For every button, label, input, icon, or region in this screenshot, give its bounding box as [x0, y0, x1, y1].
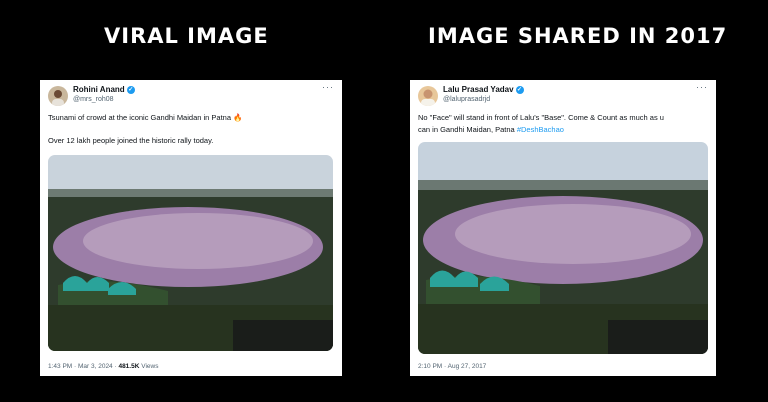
more-options-icon[interactable]: ··· [322, 82, 334, 92]
tweet-photo[interactable] [418, 142, 708, 354]
tweet-text-line-1: No "Face" will stand in front of Lalu's … [418, 113, 664, 122]
verified-badge-icon: ✓ [515, 85, 524, 94]
tweet-header: Rohini Anand ✓ @mrs_roh08 ··· [48, 82, 334, 110]
heading-viral-image: VIRAL IMAGE [104, 24, 269, 48]
tweet-photo[interactable] [48, 155, 333, 351]
fire-emoji: 🔥 [233, 113, 243, 122]
avatar[interactable] [48, 86, 68, 106]
heading-image-shared-2017: IMAGE SHARED IN 2017 [428, 24, 728, 48]
avatar[interactable] [418, 86, 438, 106]
tweet-meta: 2:10 PM · Aug 27, 2017 [418, 363, 487, 370]
author-name[interactable]: Lalu Prasad Yadav ✓ [443, 85, 524, 94]
tweet-text-line-1: Tsunami of crowd at the iconic Gandhi Ma… [48, 113, 243, 122]
verified-badge-icon: ✓ [126, 85, 135, 94]
author-name[interactable]: Rohini Anand ✓ [73, 85, 135, 94]
tweet-header: Lalu Prasad Yadav ✓ @laluprasadrjd ··· [418, 82, 708, 110]
author-handle[interactable]: @laluprasadrjd [443, 96, 490, 103]
tweet-text-line-2: can in Gandhi Maidan, Patna #DeshBachao [418, 125, 564, 134]
tweet-card-viral: Rohini Anand ✓ @mrs_roh08 ··· Tsunami of … [40, 80, 342, 376]
tweet-text-line-2: Over 12 lakh people joined the historic … [48, 136, 214, 145]
tweet-meta: 1:43 PM · Mar 3, 2024 · 481.5K Views [48, 363, 159, 370]
tweet-card-2017: Lalu Prasad Yadav ✓ @laluprasadrjd ··· No… [410, 80, 716, 376]
more-options-icon[interactable]: ··· [696, 82, 708, 92]
hashtag-link[interactable]: #DeshBachao [517, 125, 564, 134]
author-handle[interactable]: @mrs_roh08 [73, 96, 114, 103]
